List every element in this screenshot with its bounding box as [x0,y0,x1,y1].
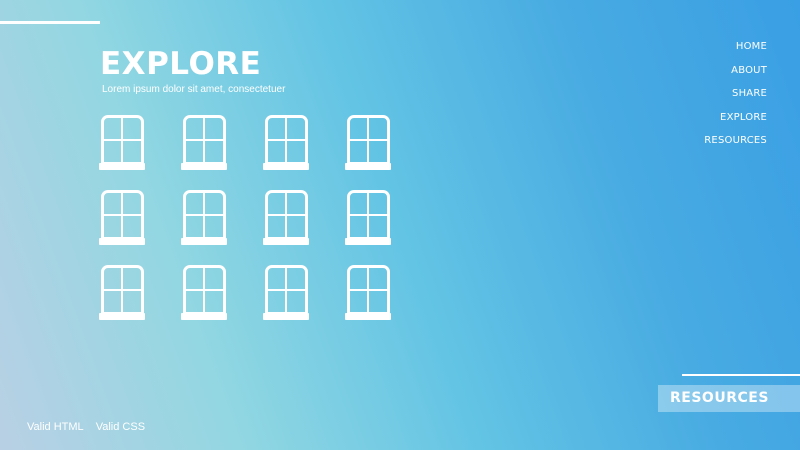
window-sill [99,238,145,245]
page-title: EXPLORE [100,46,262,82]
window-icon[interactable] [99,265,145,320]
window-icon[interactable] [181,115,227,170]
window-sill [181,163,227,170]
window-sill [345,238,391,245]
nav-item-home[interactable]: HOME [736,35,767,59]
window-sill [345,313,391,320]
window-frame [264,115,308,165]
window-frame [100,265,144,315]
window-frame [100,190,144,240]
window-icon[interactable] [345,265,391,320]
window-sill [263,238,309,245]
page-subtitle: Lorem ipsum dolor sit amet, consectetuer [102,84,286,95]
window-frame [346,190,390,240]
window-icon[interactable] [263,190,309,245]
resources-button[interactable]: RESOURCES [658,385,800,412]
window-frame [346,115,390,165]
window-sill [263,163,309,170]
window-frame [264,265,308,315]
window-icon[interactable] [345,115,391,170]
top-accent-line [0,21,100,24]
window-frame [182,190,226,240]
window-sill [181,313,227,320]
window-frame [182,265,226,315]
window-icon[interactable] [263,115,309,170]
window-sill [99,163,145,170]
footer: Valid HTML Valid CSS [27,421,154,433]
nav-item-share[interactable]: SHARE [732,82,767,106]
window-icon[interactable] [345,190,391,245]
valid-css-link[interactable]: Valid CSS [96,421,145,433]
window-frame [100,115,144,165]
window-frame [182,115,226,165]
resources-accent-line [682,374,800,376]
window-sill [263,313,309,320]
nav-item-resources[interactable]: RESOURCES [704,129,767,153]
window-frame [346,265,390,315]
window-icon[interactable] [181,190,227,245]
valid-html-link[interactable]: Valid HTML [27,421,84,433]
window-sill [345,163,391,170]
window-frame [264,190,308,240]
nav-item-explore[interactable]: EXPLORE [720,106,767,130]
window-icon[interactable] [181,265,227,320]
window-gallery [99,115,391,320]
window-sill [181,238,227,245]
main-nav: HOME ABOUT SHARE EXPLORE RESOURCES [704,35,767,153]
nav-item-about[interactable]: ABOUT [731,59,767,83]
window-sill [99,313,145,320]
window-icon[interactable] [99,190,145,245]
window-icon[interactable] [99,115,145,170]
window-icon[interactable] [263,265,309,320]
